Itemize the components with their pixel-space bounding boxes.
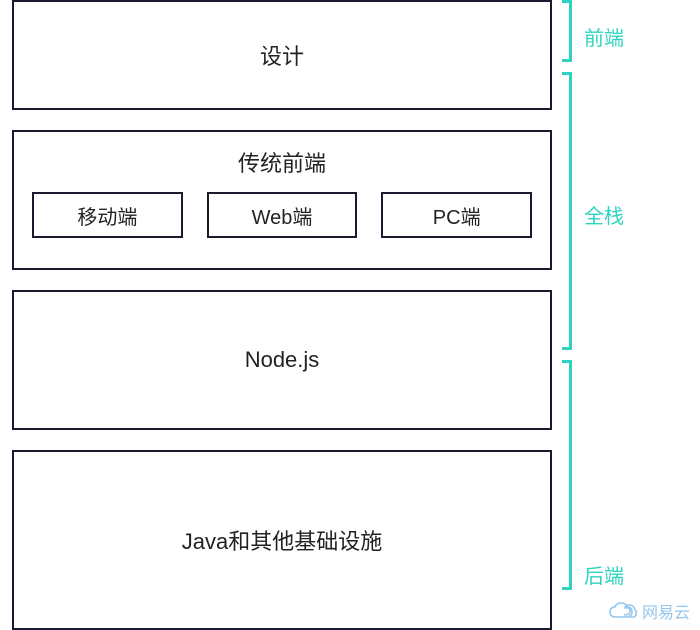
block-frontend-title: 传统前端: [238, 146, 326, 178]
architecture-diagram: 设计 传统前端 移动端 Web端 PC端 Node.js Java和其他基础设施: [12, 0, 552, 630]
sub-block-mobile: 移动端: [32, 192, 183, 238]
bracket-backend: [562, 360, 572, 590]
frontend-sub-row: 移动端 Web端 PC端: [32, 192, 532, 238]
sub-block-pc: PC端: [381, 192, 532, 238]
sub-block-web: Web端: [207, 192, 358, 238]
cloud-icon: [608, 601, 638, 621]
bracket-frontend: [562, 0, 572, 62]
bracket-backend-label: 后端: [584, 560, 624, 589]
block-nodejs-title: Node.js: [245, 347, 320, 373]
block-traditional-frontend: 传统前端 移动端 Web端 PC端: [12, 130, 552, 270]
block-infra: Java和其他基础设施: [12, 450, 552, 630]
watermark: 网易云: [608, 599, 690, 623]
watermark-text: 网易云: [642, 599, 690, 623]
block-design: 设计: [12, 0, 552, 110]
block-infra-title: Java和其他基础设施: [182, 524, 382, 556]
bracket-frontend-label: 前端: [584, 22, 624, 51]
block-design-title: 设计: [260, 39, 304, 71]
bracket-fullstack-label: 全栈: [584, 200, 624, 229]
bracket-fullstack: [562, 72, 572, 350]
block-nodejs: Node.js: [12, 290, 552, 430]
